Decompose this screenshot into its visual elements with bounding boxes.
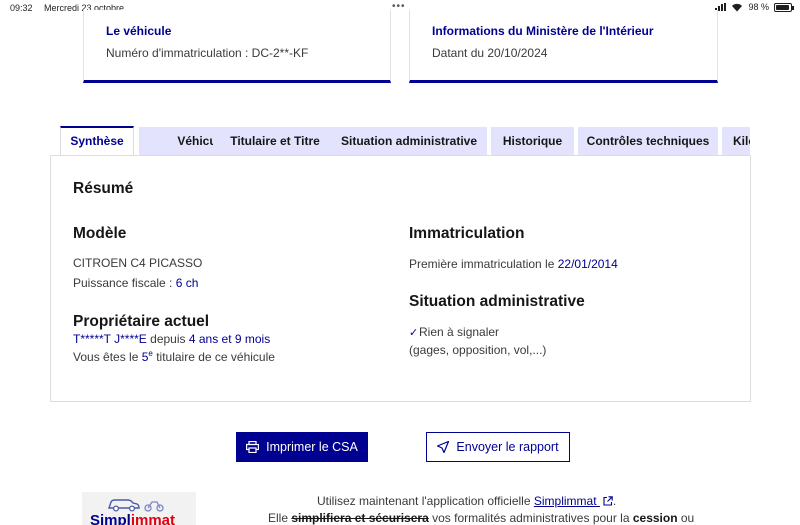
check-icon: ✓	[409, 327, 419, 339]
admin-status: ✓Rien à signaler	[409, 325, 499, 339]
tab-historique[interactable]: Historique	[491, 127, 574, 155]
owner-rank: Vous êtes le 5e titulaire de ce véhicule	[73, 349, 275, 364]
app-promo-suffix: .	[612, 494, 617, 508]
model-name: CITROEN C4 PICASSO	[73, 256, 203, 270]
vehicle-card-plate: Numéro d'immatriculation : DC-2**-KF	[106, 46, 309, 60]
fiscal-power-label: Puissance fiscale :	[73, 276, 176, 290]
tab-controles-techniques[interactable]: Contrôles techniques	[578, 127, 718, 155]
logo-text: Simplimmat	[90, 512, 175, 525]
print-csa-label: Imprimer le CSA	[266, 440, 358, 454]
owner-line: T*****T J****E depuis 4 ans et 9 mois	[73, 332, 270, 346]
owner-since-label: depuis	[146, 332, 189, 346]
summary-title: Résumé	[73, 180, 134, 197]
owner-since-value: 4 ans et 9 mois	[188, 332, 271, 346]
desc-prefix: Elle	[268, 511, 292, 525]
tab-kilometrage[interactable]: Kilométrage	[722, 127, 750, 155]
printer-icon	[246, 441, 260, 453]
owner-name: T*****T J****E	[73, 332, 147, 346]
app-promo-prefix: Utilisez maintenant l'application offici…	[317, 494, 534, 508]
first-registration-label: Première immatriculation le	[409, 257, 558, 271]
tab-synthese[interactable]: Synthèse	[60, 126, 134, 156]
first-registration-date: 22/01/2014	[557, 257, 618, 271]
fiscal-power-value: 6 ch	[175, 276, 199, 290]
vehicle-card-title: Le véhicule	[106, 24, 172, 38]
fiscal-power: Puissance fiscale : 6 ch	[73, 276, 198, 290]
simplimmat-link-text: Simplimmat	[533, 494, 597, 508]
print-csa-button[interactable]: Imprimer le CSA	[236, 432, 368, 462]
ministry-card-title: Informations du Ministère de l'Intérieur	[432, 24, 654, 38]
wifi-icon	[732, 3, 743, 11]
send-report-label: Envoyer le rapport	[456, 440, 559, 454]
owner-rank-suffix: titulaire de ce véhicule	[152, 350, 275, 364]
desc-middle: vos formalités administratives pour la	[428, 511, 633, 525]
send-report-button[interactable]: Envoyer le rapport	[426, 432, 570, 462]
summary-panel: Résumé Modèle CITROEN C4 PICASSO Puissan…	[50, 155, 751, 402]
ministry-card-date: Datant du 20/10/2024	[432, 46, 548, 60]
admin-status-text: Rien à signaler	[419, 325, 500, 339]
logo-text-2: immat	[130, 512, 176, 525]
ministry-card[interactable]: Informations du Ministère de l'Intérieur…	[409, 10, 718, 83]
model-heading: Modèle	[73, 225, 127, 242]
status-time: 09:32	[10, 3, 33, 13]
multitasking-dots-icon[interactable]: •••	[392, 1, 406, 12]
desc-bold: cession	[632, 511, 678, 525]
status-right: 98 %	[715, 2, 794, 12]
car-icon	[108, 499, 164, 512]
owner-rank-prefix: Vous êtes le	[73, 350, 142, 364]
logo-text-1: Simpl	[90, 512, 131, 525]
simplimmat-link[interactable]: Simplimmat	[534, 494, 613, 508]
admin-heading: Situation administrative	[409, 293, 585, 310]
vehicle-card[interactable]: Le véhicule Numéro d'immatriculation : D…	[83, 10, 391, 83]
desc-suffix: ou	[677, 511, 695, 525]
owner-rank-number: 5e	[142, 349, 153, 364]
app-promo-line: Utilisez maintenant l'application offici…	[317, 494, 616, 508]
tab-titulaire[interactable]: Titulaire et Titre	[213, 127, 337, 155]
desc-strike: simplifiera et sécurisera	[291, 511, 429, 525]
battery-icon	[774, 2, 794, 12]
external-link-icon	[603, 496, 613, 506]
app-promo-desc: Elle simplifiera et sécurisera vos forma…	[268, 511, 694, 525]
tab-situation-administrative[interactable]: Situation administrative	[331, 127, 487, 155]
simplimmat-logo[interactable]: Simplimmat	[82, 492, 196, 525]
tab-bar: Synthèse Véhicule Titulaire et Titre Sit…	[60, 126, 750, 156]
battery-percent: 98 %	[748, 2, 769, 12]
first-registration: Première immatriculation le 22/01/2014	[409, 257, 618, 271]
registration-heading: Immatriculation	[409, 225, 525, 242]
owner-heading: Propriétaire actuel	[73, 313, 210, 330]
admin-details: (gages, opposition, vol,...)	[409, 343, 547, 357]
send-icon	[437, 441, 450, 453]
